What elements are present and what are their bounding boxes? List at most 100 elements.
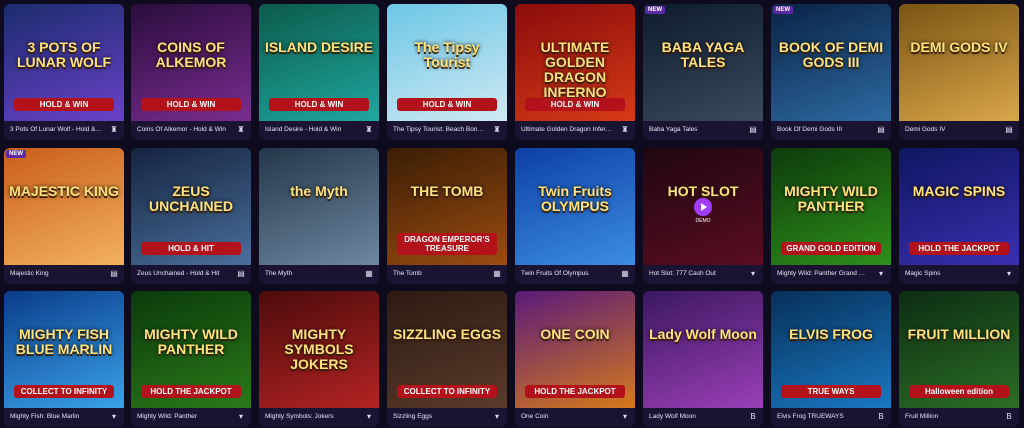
- game-card[interactable]: NEW MAJESTIC KING Majestic King ▤: [4, 148, 124, 284]
- game-name[interactable]: Ultimate Golden Dragon Inferno - ...: [521, 126, 613, 133]
- b-icon: B: [1006, 412, 1012, 421]
- game-logo-text: ZEUS UNCHAINED: [149, 183, 233, 214]
- game-thumbnail[interactable]: Twin Fruits OLYMPUS: [515, 148, 635, 265]
- new-badge: NEW: [773, 6, 793, 14]
- game-card[interactable]: ONE COIN HOLD THE JACKPOT One Coin ▾: [515, 291, 635, 427]
- game-thumbnail[interactable]: ISLAND DESIRE HOLD & WIN: [259, 4, 379, 121]
- game-card[interactable]: the Myth The Myth ▦: [259, 148, 379, 284]
- trophy-icon: ♜: [493, 125, 501, 134]
- game-card[interactable]: 3 POTS OF LUNAR WOLF HOLD & WIN 3 Pots Of …: [4, 4, 124, 140]
- game-thumbnail[interactable]: The Tipsy Tourist HOLD & WIN: [387, 4, 507, 121]
- game-name[interactable]: Lady Wolf Moon: [649, 413, 741, 420]
- game-thumbnail[interactable]: NEW BABA YAGA TALES: [643, 4, 763, 121]
- game-thumbnail[interactable]: ELVIS FROG TRUE WAYS: [771, 291, 891, 408]
- game-name[interactable]: Mighty Fish: Blue Marlin: [10, 413, 102, 420]
- game-subtitle-banner: HOLD & WIN: [141, 98, 241, 111]
- game-card[interactable]: MIGHTY WILD PANTHER HOLD THE JACKPOT Might…: [131, 291, 251, 427]
- grid-icon: ▦: [493, 269, 501, 278]
- game-thumbnail[interactable]: MIGHTY WILD PANTHER HOLD THE JACKPOT: [131, 291, 251, 408]
- game-thumbnail[interactable]: NEW MAJESTIC KING: [4, 148, 124, 265]
- game-card[interactable]: Lady Wolf Moon Lady Wolf Moon B: [643, 291, 763, 427]
- game-logo-text: Lady Wolf Moon: [649, 326, 757, 342]
- game-name[interactable]: 3 Pots Of Lunar Wolf - Hold & Win: [10, 126, 102, 133]
- game-thumbnail[interactable]: ZEUS UNCHAINED HOLD & HIT: [131, 148, 251, 265]
- trophy-icon: ♜: [110, 125, 118, 134]
- game-name[interactable]: Hot Slot: 777 Cash Out: [649, 270, 741, 277]
- game-thumbnail[interactable]: SIZZLING EGGS COLLECT TO INFINITY: [387, 291, 507, 408]
- game-card[interactable]: MIGHTY WILD PANTHER GRAND GOLD EDITION Mig…: [771, 148, 891, 284]
- game-card[interactable]: MIGHTY FISH BLUE MARLIN COLLECT TO INFINI…: [4, 291, 124, 427]
- game-subtitle-banner: HOLD & HIT: [141, 242, 241, 255]
- game-name[interactable]: The Tipsy Tourist: Beach Bonanza -...: [393, 126, 485, 133]
- thumbnail-art: [643, 291, 763, 408]
- game-name[interactable]: Mighty Wild: Panther Grand Gold E...: [777, 270, 869, 277]
- game-subtitle-banner: HOLD THE JACKPOT: [525, 385, 625, 398]
- game-thumbnail[interactable]: MAGIC SPINS HOLD THE JACKPOT: [899, 148, 1019, 265]
- game-name[interactable]: One Coin: [521, 413, 613, 420]
- games-grid: 3 POTS OF LUNAR WOLF HOLD & WIN 3 Pots Of …: [0, 0, 1024, 428]
- game-thumbnail[interactable]: DEMI GODS IV: [899, 4, 1019, 121]
- game-subtitle-banner: COLLECT TO INFINITY: [14, 385, 114, 398]
- game-logo-text: MAGIC SPINS: [912, 183, 1006, 199]
- game-subtitle-banner: DRAGON EMPEROR'S TREASURE: [397, 233, 497, 255]
- game-name[interactable]: Coins Of Alkemor - Hold & Win: [137, 126, 229, 133]
- game-thumbnail[interactable]: MIGHTY WILD PANTHER GRAND GOLD EDITION: [771, 148, 891, 265]
- game-thumbnail[interactable]: Lady Wolf Moon: [643, 291, 763, 408]
- game-card[interactable]: The Tipsy Tourist HOLD & WIN The Tipsy Tou…: [387, 4, 507, 140]
- game-thumbnail[interactable]: the Myth: [259, 148, 379, 265]
- game-thumbnail[interactable]: HOT SLOT DEMO: [643, 148, 763, 265]
- demo-label[interactable]: DEMO: [643, 218, 763, 224]
- game-card[interactable]: ISLAND DESIRE HOLD & WIN Island Desire - H…: [259, 4, 379, 140]
- game-thumbnail[interactable]: NEW BOOK OF DEMI GODS III: [771, 4, 891, 121]
- game-name[interactable]: Island Desire - Hold & Win: [265, 126, 357, 133]
- game-name[interactable]: Majestic King: [10, 270, 102, 277]
- game-name[interactable]: Baba Yaga Tales: [649, 126, 741, 133]
- thumbnail-art: [259, 148, 379, 265]
- game-name[interactable]: Zeus Unchained - Hold & Hit: [137, 270, 229, 277]
- game-logo-text: DEMI GODS IV: [910, 39, 1008, 55]
- game-thumbnail[interactable]: FRUIT MILLION Halloween edition: [899, 291, 1019, 408]
- game-subtitle-banner: HOLD & WIN: [269, 98, 369, 111]
- game-thumbnail[interactable]: MIGHTY SYMBOLS JOKERS: [259, 291, 379, 408]
- game-card[interactable]: FRUIT MILLION Halloween edition Fruit Mill…: [899, 291, 1019, 427]
- game-card[interactable]: THE TOMB DRAGON EMPEROR'S TREASURE The Tom…: [387, 148, 507, 284]
- game-name[interactable]: Magic Spins: [905, 270, 997, 277]
- game-card[interactable]: ELVIS FROG TRUE WAYS Elvis Frog TRUEWAYS B: [771, 291, 891, 427]
- game-thumbnail[interactable]: COINS OF ALKEMOR HOLD & WIN: [131, 4, 251, 121]
- game-name[interactable]: Mighty Symbols: Jokers: [265, 413, 357, 420]
- game-card[interactable]: Twin Fruits OLYMPUS Twin Fruits Of Olympu…: [515, 148, 635, 284]
- game-logo-text: MIGHTY FISH BLUE MARLIN: [15, 326, 113, 357]
- game-thumbnail[interactable]: MIGHTY FISH BLUE MARLIN COLLECT TO INFINI…: [4, 291, 124, 408]
- game-card[interactable]: SIZZLING EGGS COLLECT TO INFINITY Sizzling…: [387, 291, 507, 427]
- game-thumbnail[interactable]: THE TOMB DRAGON EMPEROR'S TREASURE: [387, 148, 507, 265]
- game-name[interactable]: Book Of Demi Gods III: [777, 126, 869, 133]
- chevron-icon: ▾: [494, 412, 499, 421]
- game-thumbnail[interactable]: 3 POTS OF LUNAR WOLF HOLD & WIN: [4, 4, 124, 121]
- game-subtitle-banner: GRAND GOLD EDITION: [781, 242, 881, 255]
- game-card[interactable]: COINS OF ALKEMOR HOLD & WIN Coins Of Alkem…: [131, 4, 251, 140]
- game-name[interactable]: Sizzling Eggs: [393, 413, 485, 420]
- game-name[interactable]: The Myth: [265, 270, 357, 277]
- play-icon[interactable]: [694, 197, 712, 216]
- game-thumbnail[interactable]: ONE COIN HOLD THE JACKPOT: [515, 291, 635, 408]
- game-card[interactable]: ULTIMATE GOLDEN DRAGON INFERNO HOLD & WIN…: [515, 4, 635, 140]
- game-name[interactable]: Fruit Million: [905, 413, 997, 420]
- game-name[interactable]: Elvis Frog TRUEWAYS: [777, 413, 869, 420]
- game-name[interactable]: Mighty Wild: Panther: [137, 413, 229, 420]
- game-card[interactable]: MAGIC SPINS HOLD THE JACKPOT Magic Spins ▾: [899, 148, 1019, 284]
- game-name[interactable]: Demi Gods IV: [905, 126, 997, 133]
- game-thumbnail[interactable]: ULTIMATE GOLDEN DRAGON INFERNO HOLD & WIN: [515, 4, 635, 121]
- game-card[interactable]: DEMI GODS IV Demi Gods IV ▤: [899, 4, 1019, 140]
- game-card[interactable]: ZEUS UNCHAINED HOLD & HIT Zeus Unchained -…: [131, 148, 251, 284]
- game-card[interactable]: NEW BOOK OF DEMI GODS III Book Of Demi God…: [771, 4, 891, 140]
- game-logo-text: ELVIS FROG: [789, 326, 873, 342]
- game-card[interactable]: NEW BABA YAGA TALES Baba Yaga Tales ▤: [643, 4, 763, 140]
- game-card[interactable]: MIGHTY SYMBOLS JOKERS Mighty Symbols: Jok…: [259, 291, 379, 427]
- game-card[interactable]: HOT SLOT DEMO Hot Slot: 777 Cash Out ▾: [643, 148, 763, 284]
- game-subtitle-banner: HOLD THE JACKPOT: [909, 242, 1009, 255]
- stack-icon: ▤: [237, 269, 245, 278]
- game-name[interactable]: Twin Fruits Of Olympus: [521, 270, 613, 277]
- game-name[interactable]: The Tomb: [393, 270, 485, 277]
- trophy-icon: ♜: [621, 125, 629, 134]
- game-logo-text: MAJESTIC KING: [9, 183, 119, 199]
